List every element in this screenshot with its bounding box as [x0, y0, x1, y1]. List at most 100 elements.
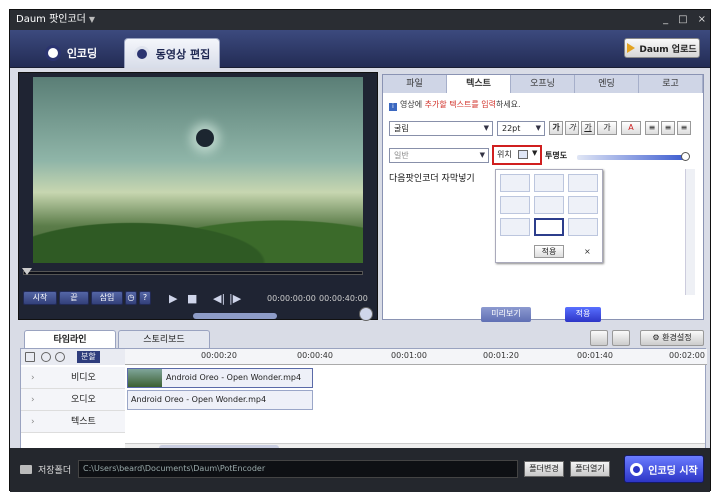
- align-left-icon[interactable]: ≡: [645, 121, 659, 135]
- align-right-icon[interactable]: ≡: [677, 121, 691, 135]
- tab-ending[interactable]: 엔딩: [575, 75, 639, 93]
- zoom-in-icon[interactable]: [41, 352, 51, 362]
- tab-encoding[interactable]: 인코딩: [34, 38, 108, 68]
- pos-bottom-right[interactable]: [568, 218, 598, 236]
- size-select[interactable]: 22pt ▼: [497, 121, 545, 136]
- open-folder-button[interactable]: 폴더열기: [570, 461, 610, 477]
- highlight-color-button[interactable]: A: [621, 121, 641, 135]
- settings-label: 환경설정: [662, 333, 692, 342]
- font-value: 굴림: [394, 124, 409, 133]
- tab-storyboard[interactable]: 스토리보드: [118, 330, 210, 348]
- font-select[interactable]: 굴림 ▼: [389, 121, 493, 136]
- grid-close-icon[interactable]: ×: [584, 247, 591, 256]
- opacity-slider[interactable]: [577, 155, 687, 160]
- pos-top-center[interactable]: [534, 174, 564, 192]
- ruler-tick: 00:01:00: [391, 351, 427, 360]
- text-scrollbar[interactable]: [685, 169, 695, 295]
- daum-upload-button[interactable]: Daum 업로드: [624, 38, 700, 58]
- pos-mid-center[interactable]: [534, 196, 564, 214]
- split-button[interactable]: 분할: [77, 351, 100, 363]
- text-editor-panel: 파일 텍스트 오프닝 엔딩 로고 i 영상에 추가할 텍스트를 입력하세요. 굴림…: [382, 74, 704, 322]
- style-select[interactable]: 일반 ▼: [389, 148, 489, 163]
- pos-bottom-left[interactable]: [500, 218, 530, 236]
- position-dropdown[interactable]: 위치 ▼: [492, 145, 542, 165]
- pos-mid-right[interactable]: [568, 196, 598, 214]
- chevron-down-icon: ▼: [483, 124, 489, 132]
- audio-clip[interactable]: Android Oreo - Open Wonder.mp4: [127, 390, 313, 410]
- upload-arrow-icon: [627, 43, 636, 53]
- zoom-out-icon[interactable]: [55, 352, 65, 362]
- play-icon[interactable]: ▶: [169, 293, 177, 304]
- tab-opening[interactable]: 오프닝: [511, 75, 575, 93]
- mark-start-button[interactable]: 시작: [23, 291, 57, 305]
- maximize-button[interactable]: □: [678, 10, 687, 30]
- tab-file[interactable]: 파일: [383, 75, 447, 93]
- eclipse-graphic: [196, 129, 214, 147]
- pos-top-right[interactable]: [568, 174, 598, 192]
- pos-bottom-center[interactable]: [534, 218, 564, 236]
- daum-upload-label: Daum 업로드: [639, 44, 697, 55]
- tab-logo[interactable]: 로고: [639, 75, 703, 93]
- size-value: 22pt: [502, 124, 521, 133]
- seek-bar[interactable]: [22, 268, 363, 275]
- track-audio[interactable]: › 오디오: [21, 389, 125, 411]
- settings-button[interactable]: ⚙ 환경설정: [640, 330, 704, 346]
- ruler-tick: 00:00:20: [201, 351, 237, 360]
- video-clip[interactable]: Android Oreo - Open Wonder.mp4: [127, 368, 313, 388]
- ruler-tick: 00:01:20: [483, 351, 519, 360]
- footer-bar: 저장폴더 C:\Users\beard\Documents\Daum\PotEn…: [10, 448, 710, 492]
- font-color-button[interactable]: 가: [597, 121, 617, 135]
- fit-icon[interactable]: [25, 352, 35, 362]
- hint-pre: 영상에: [400, 100, 425, 109]
- bold-button[interactable]: 가: [549, 121, 563, 135]
- folder-icon[interactable]: [590, 330, 608, 346]
- mark-end-button[interactable]: 끝: [59, 291, 89, 305]
- opacity-handle[interactable]: [681, 152, 690, 161]
- chevron-right-icon: ›: [31, 417, 35, 427]
- tab-timeline[interactable]: 타임라인: [24, 330, 116, 348]
- italic-button[interactable]: 가: [565, 121, 579, 135]
- help-button[interactable]: ?: [139, 291, 151, 305]
- pos-top-left[interactable]: [500, 174, 530, 192]
- stop-icon[interactable]: ■: [187, 293, 197, 304]
- clock-icon[interactable]: ◷: [125, 291, 137, 305]
- track-video[interactable]: › 비디오: [21, 367, 125, 389]
- title-bar: Daum 팟인코더 ▼ _ □ ×: [10, 10, 710, 30]
- encode-start-button[interactable]: 인코딩 시작: [624, 455, 704, 483]
- tab-text[interactable]: 텍스트: [447, 75, 511, 93]
- preview-button[interactable]: 미리보기: [481, 307, 531, 322]
- timeline-toolbar: 분할: [21, 349, 125, 365]
- pos-mid-left[interactable]: [500, 196, 530, 214]
- time-ruler[interactable]: 00:00:20 00:00:40 00:01:00 00:01:20 00:0…: [125, 349, 707, 365]
- prev-frame-icon[interactable]: ◀|: [213, 293, 225, 304]
- ruler-tick: 00:02:00: [669, 351, 705, 360]
- title-menu-icon[interactable]: ▼: [89, 15, 95, 24]
- volume-knob-icon[interactable]: [359, 307, 373, 321]
- position-grid-popup: 적용 ×: [495, 169, 603, 263]
- track-text[interactable]: › 텍스트: [21, 411, 125, 433]
- chevron-right-icon: ›: [31, 373, 35, 383]
- text-hint: i 영상에 추가할 텍스트를 입력하세요.: [389, 99, 521, 111]
- grid-apply-button[interactable]: 적용: [534, 245, 564, 258]
- encode-start-label: 인코딩 시작: [648, 465, 698, 477]
- track-label: 텍스트: [71, 417, 96, 427]
- video-clip-label: Android Oreo - Open Wonder.mp4: [166, 373, 302, 382]
- video-frame: [33, 77, 363, 263]
- apply-button[interactable]: 적용: [565, 307, 601, 322]
- insert-button[interactable]: 삽입: [91, 291, 123, 305]
- tab-label: 동영상 편집: [155, 47, 211, 61]
- reel-icon: [44, 45, 61, 61]
- seek-handle[interactable]: [22, 268, 32, 275]
- change-folder-button[interactable]: 폴더변경: [524, 461, 564, 477]
- minimize-button[interactable]: _: [663, 10, 668, 30]
- save-path-field[interactable]: C:\Users\beard\Documents\Daum\PotEncoder: [78, 460, 518, 478]
- underline-button[interactable]: 가: [581, 121, 595, 135]
- close-button[interactable]: ×: [698, 10, 706, 30]
- track-label: 비디오: [71, 373, 96, 383]
- align-center-icon[interactable]: ≡: [661, 121, 675, 135]
- next-frame-icon[interactable]: |▶: [229, 293, 241, 304]
- tab-video-edit[interactable]: 동영상 편집: [124, 38, 220, 68]
- save-icon[interactable]: [612, 330, 630, 346]
- save-folder-label: 저장폴더: [38, 466, 72, 476]
- position-slider[interactable]: [193, 313, 277, 319]
